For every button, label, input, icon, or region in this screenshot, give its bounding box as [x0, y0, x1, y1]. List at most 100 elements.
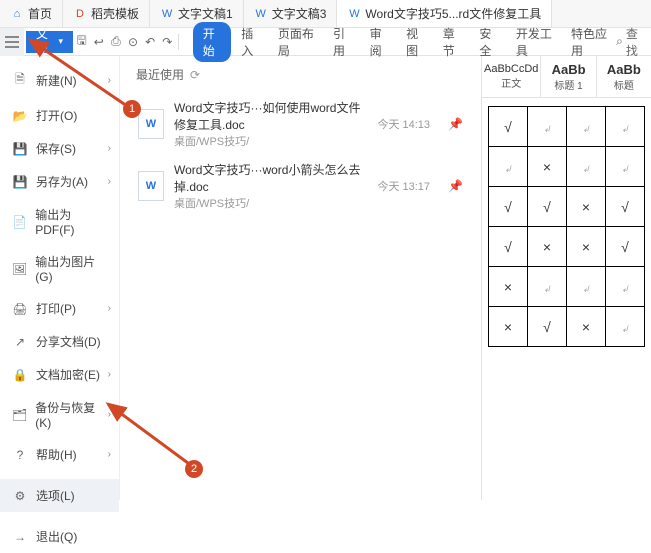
chevron-right-icon: › — [108, 143, 111, 154]
menu-item-9[interactable]: 🗂备份与恢复(K)› — [0, 391, 119, 438]
menu-icon: → — [12, 530, 28, 544]
table-cell[interactable]: ↲ — [567, 147, 606, 187]
doc-path: 桌面/WPS技巧/ — [174, 195, 367, 211]
menu-item-1[interactable]: 📂 打开(O) — [0, 99, 119, 132]
style-item[interactable]: AaBb标题 1 — [541, 56, 596, 97]
callout-badge-2: 2 — [185, 460, 203, 478]
menu-label: 打开(O) — [36, 107, 77, 124]
hamburger-icon[interactable] — [0, 28, 24, 56]
menu-label: 分享文档(D) — [36, 333, 101, 350]
chevron-right-icon: › — [108, 409, 111, 420]
menu-icon: 🖼 — [12, 262, 27, 276]
menu-item-11[interactable]: ⚙选项(L) — [0, 479, 119, 512]
menu-icon: 💾 — [12, 142, 28, 156]
table-cell[interactable]: √ — [606, 187, 645, 227]
table-cell[interactable]: √ — [606, 227, 645, 267]
table-cell[interactable]: ↲ — [606, 307, 645, 347]
table-cell[interactable]: ↲ — [528, 267, 567, 307]
pin-icon[interactable]: 📌 — [448, 117, 463, 131]
preview-icon[interactable]: ⊙ — [124, 28, 141, 56]
tab-label: Word文字技巧5...rd文件修复工具 — [365, 5, 541, 22]
table-cell[interactable]: ↲ — [567, 107, 606, 147]
menu-item-12[interactable]: → 退出(Q) — [0, 520, 119, 553]
search-icon: ⌕ — [616, 34, 623, 49]
menu-item-10[interactable]: ?帮助(H)› — [0, 438, 119, 471]
chevron-right-icon: › — [108, 449, 111, 460]
document-preview: AaBbCcDd正文AaBb标题 1AaBb标题 √↲↲↲↲×↲↲√√×√√××… — [481, 56, 651, 500]
recent-file-item[interactable]: WWord文字技巧···如何使用word文件修复工具.doc桌面/WPS技巧/今… — [136, 93, 465, 155]
tab-label: 文字文稿3 — [272, 5, 327, 22]
recent-file-item[interactable]: WWord文字技巧···word小箭头怎么去掉.doc桌面/WPS技巧/今天 1… — [136, 155, 465, 217]
menu-item-4[interactable]: 📄 输出为PDF(F) — [0, 198, 119, 245]
menu-label: 文档加密(E) — [36, 366, 100, 383]
toolbar: 文件 ▾ 🖫 ↩ ⎙ ⊙ ↶ ↷ 开始插入页面布局引用审阅视图章节安全开发工具特… — [0, 28, 651, 56]
style-preview: AaBb — [552, 62, 586, 77]
menu-icon: 🗎 — [12, 70, 28, 91]
print-icon[interactable]: ⎙ — [107, 28, 124, 56]
doc-title: Word文字技巧···如何使用word文件修复工具.doc — [174, 99, 367, 133]
table-cell[interactable]: √ — [489, 227, 528, 267]
search-box[interactable]: ⌕ 查找 — [616, 25, 645, 59]
undo-icon[interactable]: ↶ — [142, 28, 159, 56]
style-preview: AaBbCcDd — [484, 63, 538, 75]
table-cell[interactable]: × — [528, 227, 567, 267]
chevron-down-icon: ▾ — [58, 36, 63, 47]
menu-icon: 📄 — [12, 215, 27, 229]
doc-time: 今天 14:13 — [377, 116, 430, 132]
table-cell[interactable]: ↲ — [489, 147, 528, 187]
file-menu-panel: 🗎 新建(N) › 📂 打开(O) 💾保存(S)›💾 另存为(A) › 📄 输出为PDF(F) 🖼输… — [0, 56, 120, 500]
file-menu-button[interactable]: 文件 ▾ — [26, 31, 73, 53]
style-name: 正文 — [501, 75, 521, 90]
tab-0[interactable]: ⌂首页 — [0, 0, 63, 27]
table-cell[interactable]: √ — [489, 187, 528, 227]
table-cell[interactable]: × — [489, 307, 528, 347]
file-menu-label: 文件 — [36, 25, 56, 59]
menu-label: 新建(N) — [36, 72, 77, 89]
menu-item-3[interactable]: 💾另存为(A)› — [0, 165, 119, 198]
menu-icon: 📂 — [12, 109, 28, 123]
doc-icon: W — [138, 171, 164, 201]
table-cell[interactable]: × — [489, 267, 528, 307]
menu-label: 退出(Q) — [36, 528, 77, 545]
table-cell[interactable]: √ — [528, 307, 567, 347]
table-cell[interactable]: ↲ — [528, 107, 567, 147]
style-preview: AaBb — [607, 62, 641, 77]
doc-path: 桌面/WPS技巧/ — [174, 133, 367, 149]
table-cell[interactable]: ↲ — [567, 267, 606, 307]
menu-label: 另存为(A) — [36, 173, 88, 190]
table-preview: √↲↲↲↲×↲↲√√×√√××√×↲↲↲×√×↲ — [482, 98, 651, 355]
table-cell[interactable]: × — [528, 147, 567, 187]
menu-item-2[interactable]: 💾保存(S)› — [0, 132, 119, 165]
menu-item-8[interactable]: 🔒文档加密(E)› — [0, 358, 119, 391]
chevron-right-icon: › — [108, 303, 111, 314]
menu-icon: ↗ — [12, 335, 28, 349]
chevron-right-icon: › — [108, 176, 111, 187]
style-item[interactable]: AaBbCcDd正文 — [482, 56, 541, 97]
table-cell[interactable]: × — [567, 307, 606, 347]
menu-item-0[interactable]: 🗎新建(N)› — [0, 62, 119, 99]
save-icon[interactable]: 🖫 — [73, 28, 90, 56]
redo2-icon[interactable]: ↷ — [159, 28, 176, 56]
menu-item-6[interactable]: 🖨打印(P)› — [0, 292, 119, 325]
menu-item-7[interactable]: ↗ 分享文档(D) — [0, 325, 119, 358]
tab-icon: W — [160, 7, 174, 21]
refresh-icon[interactable]: ⟳ — [190, 68, 200, 82]
menu-icon: 🗂 — [12, 408, 27, 422]
separator — [178, 34, 179, 50]
menu-item-5[interactable]: 🖼输出为图片(G) — [0, 245, 119, 292]
style-name: 标题 1 — [554, 77, 582, 92]
table-cell[interactable]: ↲ — [606, 267, 645, 307]
table-cell[interactable]: × — [567, 227, 606, 267]
menu-label: 打印(P) — [36, 300, 76, 317]
pin-icon[interactable]: 📌 — [448, 179, 463, 193]
tab-1[interactable]: D稻壳模板 — [63, 0, 150, 27]
table-cell[interactable]: ↲ — [606, 107, 645, 147]
menu-label: 选项(L) — [36, 487, 75, 504]
table-cell[interactable]: × — [567, 187, 606, 227]
menu-label: 输出为PDF(F) — [35, 206, 107, 237]
table-cell[interactable]: √ — [489, 107, 528, 147]
table-cell[interactable]: ↲ — [606, 147, 645, 187]
table-cell[interactable]: √ — [528, 187, 567, 227]
redo-icon[interactable]: ↩ — [90, 28, 107, 56]
style-item[interactable]: AaBb标题 — [597, 56, 651, 97]
